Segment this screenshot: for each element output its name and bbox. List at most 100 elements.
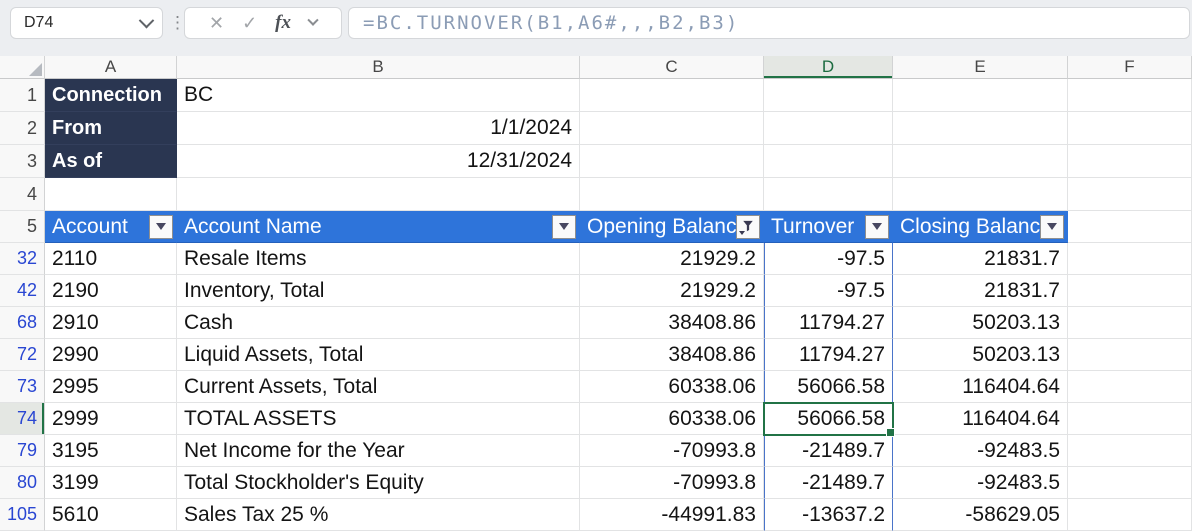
column-header-F[interactable]: F <box>1068 56 1192 79</box>
cell-D74[interactable]: 56066.58 <box>764 403 893 435</box>
cell-C80[interactable]: -70993.8 <box>580 467 764 499</box>
row-header-32[interactable]: 32 <box>0 243 45 275</box>
cell-C74[interactable]: 60338.06 <box>580 403 764 435</box>
cell-E4[interactable] <box>893 178 1068 211</box>
cell-D4[interactable] <box>764 178 893 211</box>
cell-B72[interactable]: Liquid Assets, Total <box>177 339 580 371</box>
cell-A80[interactable]: 3199 <box>45 467 177 499</box>
cell-E3[interactable] <box>893 145 1068 178</box>
cell-F1[interactable] <box>1068 79 1192 112</box>
cell-F3[interactable] <box>1068 145 1192 178</box>
cell-F32[interactable] <box>1068 243 1192 275</box>
column-header-D[interactable]: D <box>764 56 893 79</box>
cell-E73[interactable]: 116404.64 <box>893 371 1068 403</box>
cell-B74[interactable]: TOTAL ASSETS <box>177 403 580 435</box>
cell-F72[interactable] <box>1068 339 1192 371</box>
filter-button-turnover[interactable] <box>865 215 889 239</box>
cell-A68[interactable]: 2910 <box>45 307 177 339</box>
cell-E2[interactable] <box>893 112 1068 145</box>
cell-F42[interactable] <box>1068 275 1192 307</box>
table-header-closing-balance[interactable]: Closing Balance <box>893 211 1068 243</box>
cell-D73[interactable]: 56066.58 <box>764 371 893 403</box>
cell-D105[interactable]: -13637.2 <box>764 499 893 531</box>
cell-E68[interactable]: 50203.13 <box>893 307 1068 339</box>
cell-E80[interactable]: -92483.5 <box>893 467 1068 499</box>
cell-A105[interactable]: 5610 <box>45 499 177 531</box>
cell-D79[interactable]: -21489.7 <box>764 435 893 467</box>
cell-A3[interactable]: As of <box>45 145 177 178</box>
cell-B42[interactable]: Inventory, Total <box>177 275 580 307</box>
cell-F105[interactable] <box>1068 499 1192 531</box>
row-header-105[interactable]: 105 <box>0 499 45 531</box>
cell-C73[interactable]: 60338.06 <box>580 371 764 403</box>
filter-button-account[interactable] <box>149 215 173 239</box>
cell-C32[interactable]: 21929.2 <box>580 243 764 275</box>
insert-function-icon[interactable]: fx <box>275 12 291 34</box>
cell-F68[interactable] <box>1068 307 1192 339</box>
cell-D1[interactable] <box>764 79 893 112</box>
cell-A73[interactable]: 2995 <box>45 371 177 403</box>
cell-F74[interactable] <box>1068 403 1192 435</box>
row-header-68[interactable]: 68 <box>0 307 45 339</box>
row-header-3[interactable]: 3 <box>0 145 45 178</box>
cell-B105[interactable]: Sales Tax 25 % <box>177 499 580 531</box>
cell-A42[interactable]: 2190 <box>45 275 177 307</box>
cell-B1[interactable]: BC <box>177 79 580 112</box>
cell-C79[interactable]: -70993.8 <box>580 435 764 467</box>
cell-B68[interactable]: Cash <box>177 307 580 339</box>
row-header-4[interactable]: 4 <box>0 178 45 211</box>
row-header-2[interactable]: 2 <box>0 112 45 145</box>
filter-button-account-name[interactable] <box>552 215 576 239</box>
cell-C68[interactable]: 38408.86 <box>580 307 764 339</box>
table-header-opening-balance[interactable]: Opening Balance <box>580 211 764 243</box>
cell-A1[interactable]: Connection <box>45 79 177 112</box>
cell-C1[interactable] <box>580 79 764 112</box>
cancel-icon[interactable]: ✕ <box>209 14 224 32</box>
column-header-E[interactable]: E <box>893 56 1068 79</box>
cell-C2[interactable] <box>580 112 764 145</box>
cell-D32[interactable]: -97.5 <box>764 243 893 275</box>
cell-C72[interactable]: 38408.86 <box>580 339 764 371</box>
cell-C4[interactable] <box>580 178 764 211</box>
cell-E72[interactable]: 50203.13 <box>893 339 1068 371</box>
cell-E79[interactable]: -92483.5 <box>893 435 1068 467</box>
name-box[interactable]: D74 <box>10 7 163 39</box>
cell-A72[interactable]: 2990 <box>45 339 177 371</box>
chevron-down-icon[interactable] <box>139 12 155 28</box>
cell-E1[interactable] <box>893 79 1068 112</box>
cell-D80[interactable]: -21489.7 <box>764 467 893 499</box>
cell-F73[interactable] <box>1068 371 1192 403</box>
cell-C105[interactable]: -44991.83 <box>580 499 764 531</box>
cell-E105[interactable]: -58629.05 <box>893 499 1068 531</box>
row-header-73[interactable]: 73 <box>0 371 45 403</box>
table-header-account[interactable]: Account <box>45 211 177 243</box>
cell-B79[interactable]: Net Income for the Year <box>177 435 580 467</box>
cell-B4[interactable] <box>177 178 580 211</box>
row-header-72[interactable]: 72 <box>0 339 45 371</box>
column-header-B[interactable]: B <box>177 56 580 79</box>
cell-E32[interactable]: 21831.7 <box>893 243 1068 275</box>
cell-B73[interactable]: Current Assets, Total <box>177 371 580 403</box>
confirm-icon[interactable]: ✓ <box>242 14 257 32</box>
cell-F79[interactable] <box>1068 435 1192 467</box>
cell-D68[interactable]: 11794.27 <box>764 307 893 339</box>
cell-A4[interactable] <box>45 178 177 211</box>
cell-B32[interactable]: Resale Items <box>177 243 580 275</box>
cell-B2[interactable]: 1/1/2024 <box>177 112 580 145</box>
cell-C3[interactable] <box>580 145 764 178</box>
filter-button-opening-balance[interactable] <box>736 215 760 239</box>
filter-button-closing-balance[interactable] <box>1040 215 1064 239</box>
row-header-80[interactable]: 80 <box>0 467 45 499</box>
cell-B80[interactable]: Total Stockholder's Equity <box>177 467 580 499</box>
cell-A79[interactable]: 3195 <box>45 435 177 467</box>
table-header-turnover[interactable]: Turnover <box>764 211 893 243</box>
cell-F4[interactable] <box>1068 178 1192 211</box>
row-header-1[interactable]: 1 <box>0 79 45 112</box>
row-header-42[interactable]: 42 <box>0 275 45 307</box>
fx-chevron-down-icon[interactable] <box>307 15 318 26</box>
fill-handle[interactable] <box>886 428 895 437</box>
cell-F2[interactable] <box>1068 112 1192 145</box>
cell-F5[interactable] <box>1068 211 1192 243</box>
column-header-C[interactable]: C <box>580 56 764 79</box>
cell-D3[interactable] <box>764 145 893 178</box>
